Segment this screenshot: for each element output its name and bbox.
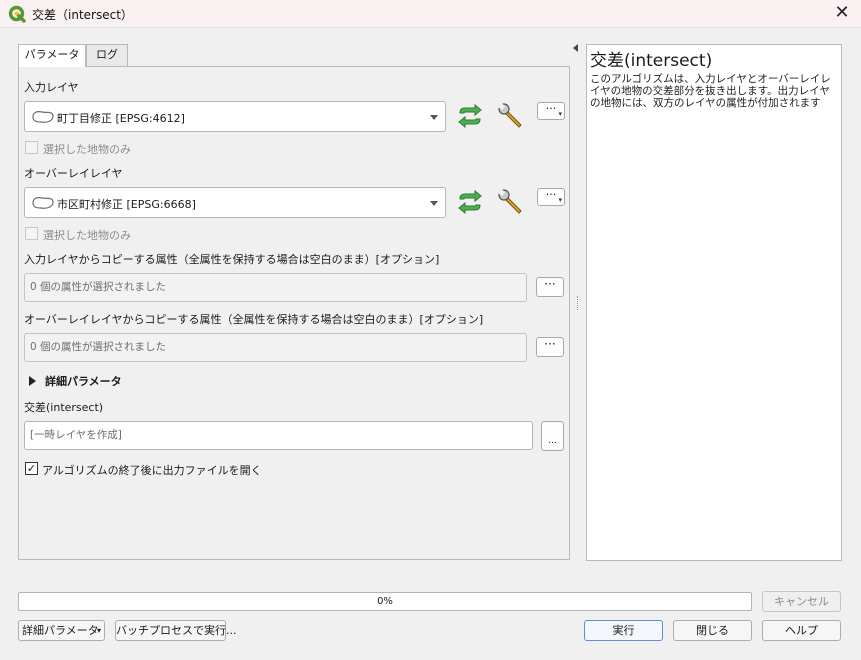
open-output-checkbox[interactable]: ✓ <box>25 462 38 475</box>
panel-splitter-handle[interactable] <box>577 296 579 310</box>
input-layer-combobox[interactable]: 町丁目修正 [EPSG:4612] <box>24 101 446 132</box>
polygon-layer-icon <box>32 111 54 123</box>
run-button[interactable]: 実行 <box>584 620 663 641</box>
input-fields-select-button[interactable]: ··· <box>536 277 564 297</box>
help-button[interactable]: ヘルプ <box>762 620 841 641</box>
run-as-batch-button[interactable]: バッチプロセスで実行... <box>115 620 237 641</box>
overlay-layer-options-button[interactable]: ··· ▾ <box>537 188 565 206</box>
overlay-fields-select-button[interactable]: ··· <box>536 337 564 357</box>
expand-arrow-icon[interactable] <box>29 376 36 386</box>
dropdown-arrow-icon: ▾ <box>558 196 562 204</box>
input-fields-value: 0 個の属性が選択されました <box>24 273 527 302</box>
overlay-layer-value: 市区町村修正 [EPSG:6668] <box>57 198 196 211</box>
wrench-settings-icon[interactable] <box>496 101 526 131</box>
output-destination-input[interactable]: [一時レイヤを作成] <box>24 421 533 450</box>
input-selected-only-checkbox[interactable] <box>25 141 38 154</box>
window-title: 交差（intersect） <box>32 8 133 22</box>
help-panel <box>586 44 842 561</box>
polygon-layer-icon <box>32 197 54 209</box>
collapse-help-icon[interactable] <box>573 44 578 52</box>
overlay-selected-only-label: 選択した地物のみ <box>43 229 131 242</box>
help-title: 交差(intersect) <box>590 51 713 71</box>
close-window-button[interactable]: ✕ <box>828 2 856 26</box>
close-button[interactable]: 閉じる <box>673 620 752 641</box>
overlay-fields-value: 0 個の属性が選択されました <box>24 333 527 362</box>
progress-bar: 0% <box>18 592 752 611</box>
cancel-button[interactable]: キャンセル <box>762 591 841 612</box>
advanced-parameters-toggle[interactable]: 詳細パラメータ <box>45 373 122 389</box>
iterate-sync-icon[interactable] <box>455 187 485 217</box>
input-layer-label: 入力レイヤ <box>24 81 79 94</box>
wrench-settings-icon[interactable] <box>496 187 526 217</box>
input-fields-label: 入力レイヤからコピーする属性（全属性を保持する場合は空白のまま）[オプション] <box>24 253 440 266</box>
overlay-fields-label: オーバーレイレイヤからコピーする属性（全属性を保持する場合は空白のまま）[オプシ… <box>24 313 484 326</box>
advanced-parameters-menu-button[interactable]: 詳細パラメータ ▾ <box>18 620 105 641</box>
chevron-down-icon <box>430 115 438 120</box>
input-selected-only-label: 選択した地物のみ <box>43 143 131 156</box>
overlay-layer-combobox[interactable]: 市区町村修正 [EPSG:6668] <box>24 187 446 218</box>
tab-log[interactable]: ログ <box>86 44 128 66</box>
input-layer-options-button[interactable]: ··· ▾ <box>537 102 565 120</box>
output-browse-button[interactable]: ... <box>541 421 564 451</box>
input-layer-value: 町丁目修正 [EPSG:4612] <box>57 112 185 125</box>
qgis-logo-icon <box>8 5 26 23</box>
help-description: このアルゴリズムは、入力レイヤとオーバーレイレイヤの地物の交差部分を抜き出します… <box>590 73 831 109</box>
overlay-selected-only-checkbox[interactable] <box>25 227 38 240</box>
open-output-label: アルゴリズムの終了後に出力ファイルを開く <box>42 464 262 477</box>
dropdown-arrow-icon: ▾ <box>96 626 101 635</box>
overlay-layer-label: オーバーレイレイヤ <box>24 167 123 180</box>
iterate-sync-icon[interactable] <box>455 101 485 131</box>
dropdown-arrow-icon: ▾ <box>558 110 562 118</box>
tab-parameters[interactable]: パラメータ <box>18 44 86 67</box>
output-label: 交差(intersect) <box>24 401 104 414</box>
chevron-down-icon <box>430 201 438 206</box>
